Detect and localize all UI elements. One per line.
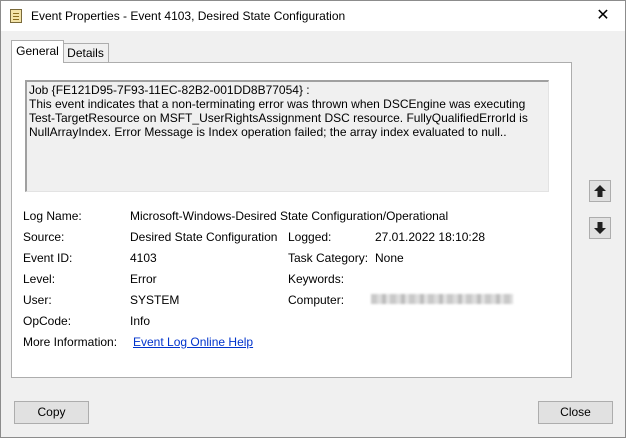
keywords-label: Keywords: [288,272,345,286]
event-log-online-help-link[interactable]: Event Log Online Help [133,335,253,349]
event-properties-window: Event Properties - Event 4103, Desired S… [0,0,626,438]
level-label: Level: [23,272,56,286]
task-category-value: None [375,251,404,265]
level-value: Error [130,272,157,286]
title-bar[interactable]: Event Properties - Event 4103, Desired S… [1,1,625,31]
opcode-value: Info [130,314,151,328]
log-name-label: Log Name: [23,209,82,223]
user-value: SYSTEM [130,293,180,307]
next-event-button[interactable] [589,217,611,239]
description-line: Test-TargetResource on MSFT_UserRightsAs… [29,111,528,125]
event-viewer-app-icon [10,9,22,23]
computer-value-redacted [371,294,513,304]
event-description-textbox[interactable]: Job {FE121D95-7F93-11EC-82B2-001DD8B7705… [25,80,549,192]
task-category-label: Task Category: [288,251,369,265]
more-information-label: More Information: [23,335,118,349]
close-window-button[interactable]: ✕ [581,1,625,31]
previous-event-button[interactable] [589,180,611,202]
source-value: Desired State Configuration [130,230,278,244]
user-label: User: [23,293,52,307]
computer-label: Computer: [288,293,345,307]
arrow-up-icon [594,185,606,197]
close-icon: ✕ [596,7,610,24]
arrow-down-icon [594,222,606,234]
window-title: Event Properties - Event 4103, Desired S… [31,9,346,23]
log-name-value: Microsoft-Windows-Desired State Configur… [130,209,449,223]
source-label: Source: [23,230,65,244]
opcode-label: OpCode: [23,314,72,328]
event-id-value: 4103 [130,251,157,265]
logged-value: 27.01.2022 18:10:28 [375,230,486,244]
close-button[interactable]: Close [538,401,613,424]
tab-general[interactable]: General [11,40,64,63]
copy-button[interactable]: Copy [14,401,89,424]
tab-details[interactable]: Details [63,43,109,62]
description-line: NullArrayIndex. Error Message is Index o… [29,125,507,139]
logged-label: Logged: [288,230,332,244]
description-line: Job {FE121D95-7F93-11EC-82B2-001DD8B7705… [29,83,310,97]
event-id-label: Event ID: [23,251,73,265]
description-line: This event indicates that a non-terminat… [29,97,526,111]
